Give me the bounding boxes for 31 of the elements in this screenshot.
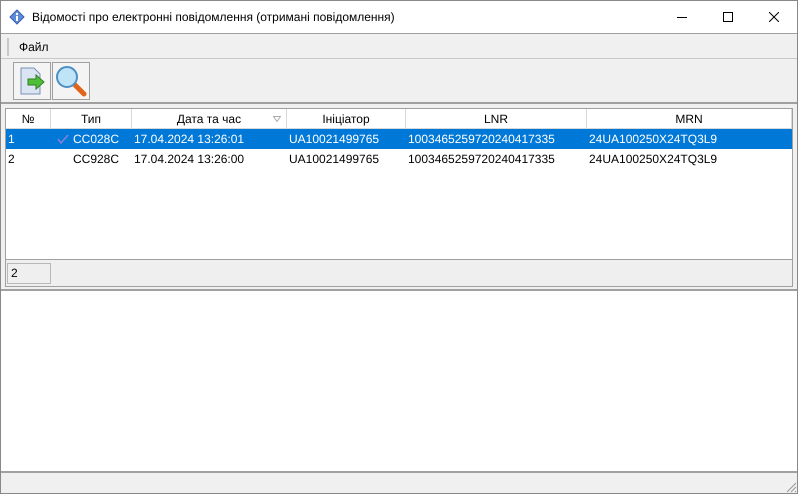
document-arrow-icon	[18, 66, 46, 96]
column-header[interactable]: MRN	[587, 109, 792, 128]
info-icon	[9, 9, 25, 25]
minimize-icon	[677, 16, 687, 18]
export-button[interactable]	[13, 62, 51, 100]
column-header[interactable]: №	[6, 109, 51, 128]
column-header[interactable]: LNR	[406, 109, 587, 128]
table-cell-text: 24UA100250X24TQ3L9	[589, 151, 718, 168]
close-icon	[769, 12, 779, 22]
table-cell-text: 1	[8, 131, 15, 148]
column-header[interactable]: Дата та час	[132, 109, 287, 128]
table-cell-text: 17.04.2024 13:26:01	[134, 131, 244, 148]
table-cell-text: 17.04.2024 13:26:00	[134, 151, 244, 168]
table-cell-text: CC928C	[73, 151, 120, 168]
table-cell-text: 1003465259720240417335	[408, 151, 555, 168]
table-cell-text: 2	[8, 151, 15, 168]
window-title: Відомості про електронні повідомлення (отримані повідомлення)	[32, 9, 395, 26]
record-count: 2	[7, 262, 51, 284]
search-button[interactable]	[52, 62, 90, 100]
table-row[interactable]: 1 CC028C 17.04.2024 13:26:01 UA10021499765 1003465259720240417335 24UA100250X24TQ3L9	[6, 129, 792, 149]
table-cell-text: UA10021499765	[289, 151, 380, 168]
maximize-icon	[723, 12, 733, 22]
column-header[interactable]: Тип	[51, 109, 132, 128]
table-row[interactable]: 2 CC928C 17.04.2024 13:26:00 UA10021499765 1003465259720240417335 24UA100250X24TQ3L9	[6, 149, 792, 169]
table-cell-text: CC028C	[73, 131, 120, 148]
column-header[interactable]: Ініціатор	[287, 109, 406, 128]
table-cell-text: 1003465259720240417335	[408, 131, 555, 148]
menu-item[interactable]: Файл	[17, 38, 51, 56]
table-cell-text: UA10021499765	[289, 131, 380, 148]
search-icon	[55, 64, 87, 96]
table-cell-text: 24UA100250X24TQ3L9	[589, 131, 718, 148]
